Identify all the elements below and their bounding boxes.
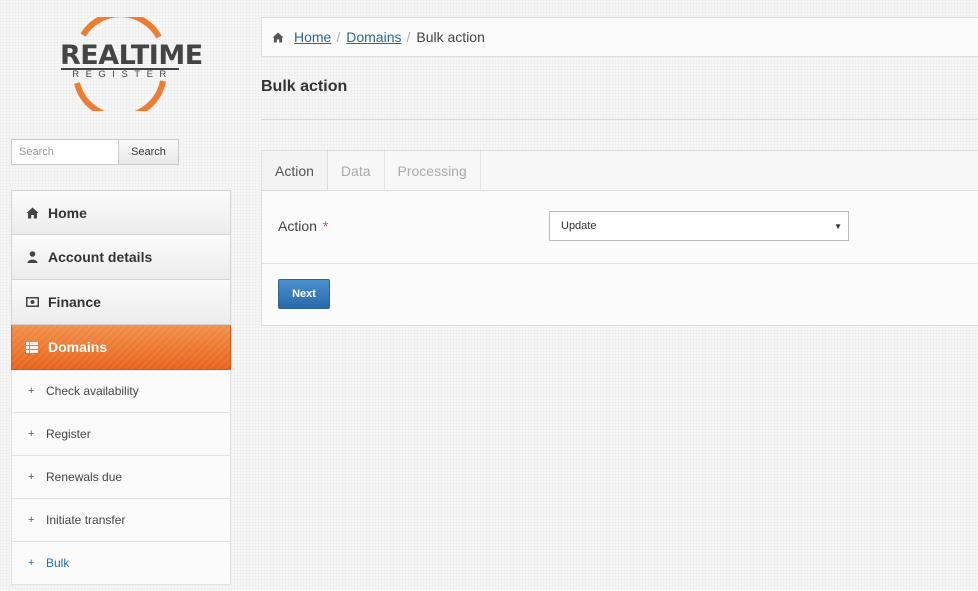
action-label: Action * [278, 218, 328, 234]
logo-subtitle: REGISTER [72, 69, 173, 80]
tab-processing[interactable]: Processing [385, 151, 481, 190]
sidebar-subitem-label: Register [46, 427, 91, 441]
tab-data[interactable]: Data [328, 151, 385, 190]
plus-icon: + [28, 557, 35, 569]
breadcrumb-separator: / [406, 29, 411, 45]
page-title: Bulk action [261, 78, 348, 95]
action-select[interactable]: Update ▼ [549, 211, 849, 241]
sidebar-item-label: Home [48, 204, 87, 221]
action-label-text: Action [278, 218, 317, 234]
sidebar-subitem-bulk[interactable]: + Bulk [11, 542, 231, 585]
sidebar-item-domains[interactable]: Domains [11, 325, 231, 370]
sidebar-item-label: Finance [48, 294, 101, 310]
sidebar-subitem-label: Initiate transfer [46, 513, 126, 527]
caret-down-icon: ▼ [834, 222, 842, 231]
sidebar-item-label: Domains [48, 339, 108, 355]
breadcrumb-separator: / [336, 29, 341, 45]
sidebar-nav: Home Account details Finance Domains + C… [11, 190, 231, 585]
search-input[interactable] [11, 139, 118, 165]
home-icon [25, 206, 39, 220]
user-icon [25, 250, 39, 264]
breadcrumb-current: Bulk action [416, 29, 485, 45]
plus-icon: + [28, 514, 35, 526]
next-button[interactable]: Next [278, 279, 330, 309]
sidebar-item-account-details[interactable]: Account details [11, 235, 231, 280]
wizard-tabs: Action Data Processing [262, 151, 978, 191]
bulk-action-panel: Action Data Processing Action * Update ▼ … [261, 150, 978, 326]
plus-icon: + [28, 471, 35, 483]
sidebar-subitem-renewals-due[interactable]: + Renewals due [11, 456, 231, 499]
sidebar-search: Search [11, 139, 179, 165]
plus-icon: + [28, 428, 35, 440]
sidebar-item-finance[interactable]: Finance [11, 280, 231, 325]
breadcrumb: Home / Domains / Bulk action [261, 17, 978, 57]
plus-icon: + [28, 385, 35, 397]
breadcrumb-domains-link[interactable]: Domains [346, 29, 401, 45]
breadcrumb-home-link[interactable]: Home [294, 29, 331, 45]
sidebar-subitem-check-availability[interactable]: + Check availability [11, 370, 231, 413]
sidebar-subitem-initiate-transfer[interactable]: + Initiate transfer [11, 499, 231, 542]
required-marker: * [322, 218, 329, 234]
search-button[interactable]: Search [118, 139, 179, 165]
home-icon [272, 31, 284, 43]
sidebar-subitem-label: Renewals due [46, 470, 123, 484]
sidebar-subitem-label: Check availability [46, 384, 139, 398]
list-icon [25, 340, 39, 354]
sidebar-item-home[interactable]: Home [11, 190, 231, 235]
logo-wordmark: REALTIME [60, 40, 203, 71]
action-select-value: Update [561, 220, 597, 232]
sidebar-item-label: Account details [48, 249, 153, 265]
realtime-register-logo[interactable]: REALTIME REGISTER [59, 17, 203, 111]
title-divider [261, 119, 978, 120]
tab-action[interactable]: Action [262, 151, 328, 190]
sidebar-subitem-register[interactable]: + Register [11, 413, 231, 456]
money-icon [25, 295, 39, 309]
sidebar-subitem-label: Bulk [46, 556, 70, 570]
action-form-row: Action * Update ▼ [262, 190, 978, 264]
